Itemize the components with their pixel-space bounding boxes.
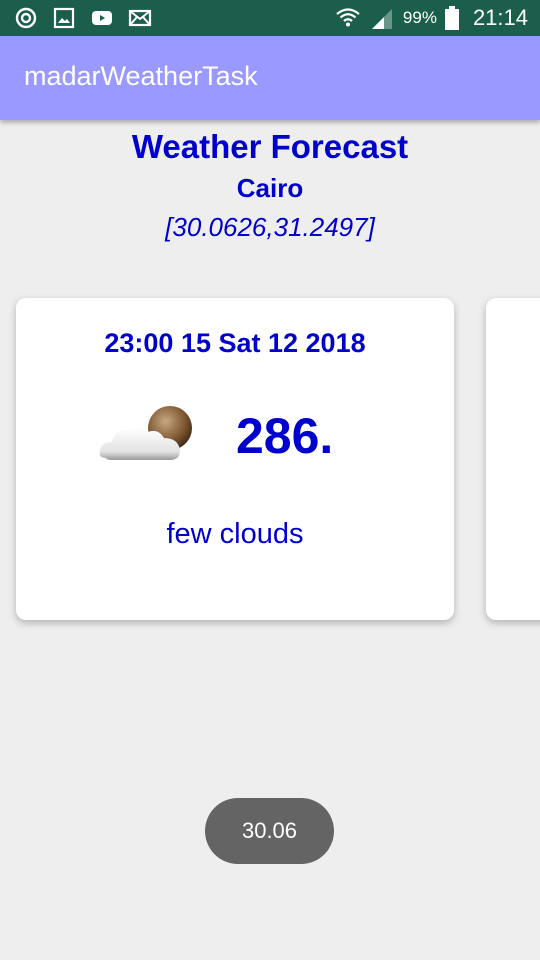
page-title: Weather Forecast [131,128,409,165]
youtube-icon [92,11,112,25]
forecast-header: Weather Forecast Cairo [30.0626,31.2497] [0,124,540,248]
battery-icon [444,6,459,30]
forecast-card[interactable]: 23:00 15 Sat 12 2018 [16,298,454,620]
battery-percent: 99% [402,8,437,27]
temperature-clip: 286. [236,406,366,478]
status-icons: 99% 21:14 [335,4,528,32]
toast-message: 30.06 [205,798,334,864]
sync-icon [15,7,37,29]
wifi-icon [336,8,360,27]
app-bar: madarWeatherTask [0,36,540,120]
weather-description: few clouds [166,518,304,550]
app-title: madarWeatherTask [24,61,258,91]
coordinates: [30.0626,31.2497] [165,212,375,242]
signal-icon [371,9,392,29]
clock: 21:14 [472,5,528,30]
mail-icon [128,9,152,27]
city-name: Cairo [236,173,304,203]
notification-icons [14,6,152,30]
forecast-datetime: 23:00 15 Sat 12 2018 [104,328,366,358]
status-bar: 99% 21:14 [0,0,540,36]
forecast-card-next[interactable] [486,298,540,620]
temperature: 286. [236,408,334,464]
image-icon [53,7,75,29]
partly-cloudy-night-icon [99,406,192,460]
